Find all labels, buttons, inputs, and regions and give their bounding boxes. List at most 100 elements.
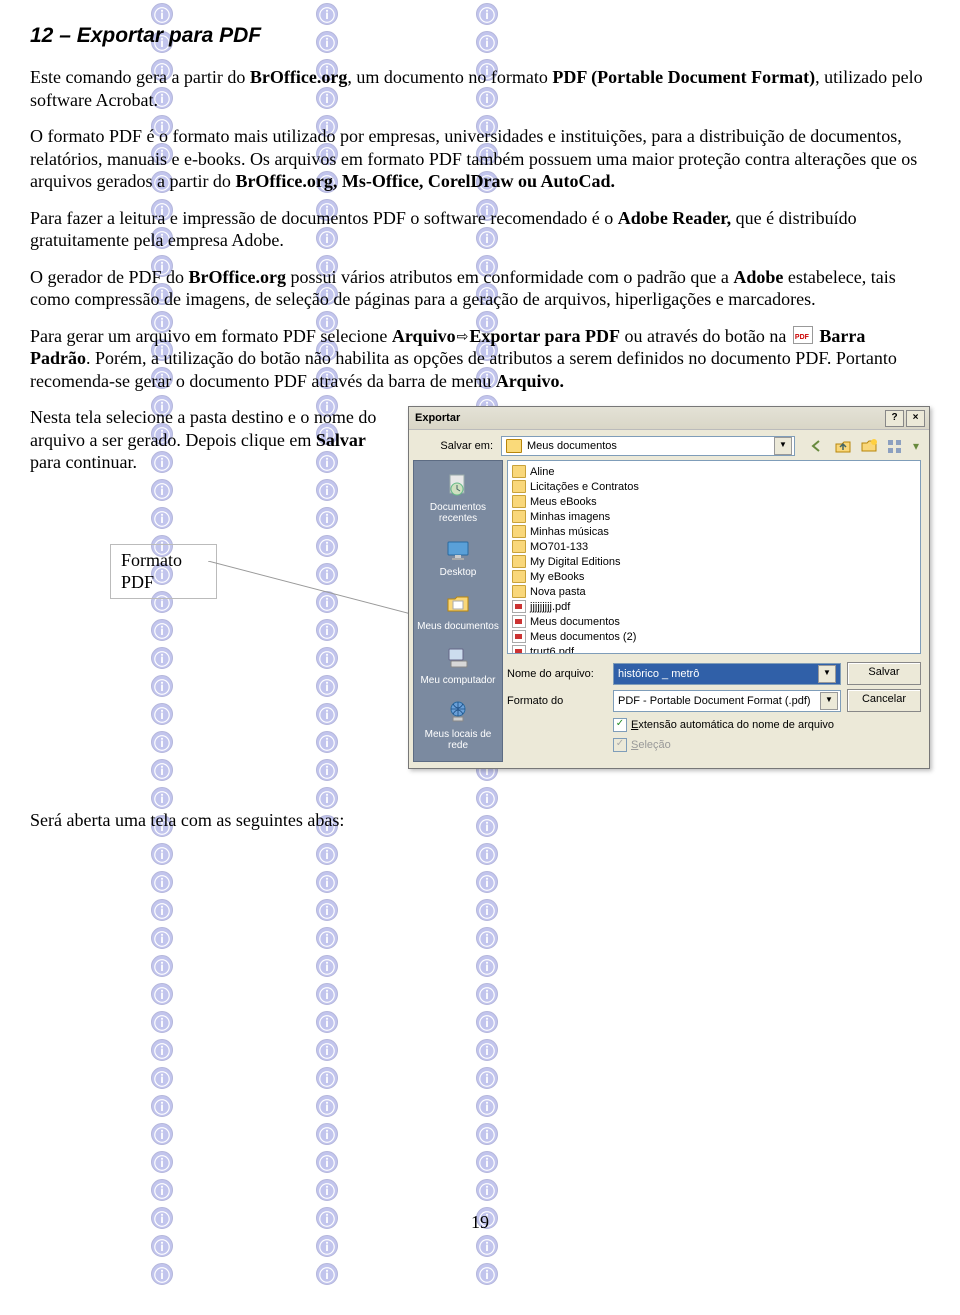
list-item[interactable]: MO701-133 — [512, 539, 916, 554]
pdf-file-icon — [512, 615, 526, 628]
place-recent-label: Documentos recentes — [416, 502, 500, 524]
place-recent[interactable]: Documentos recentes — [414, 465, 502, 530]
p4-text-a: O gerador de PDF do — [30, 267, 188, 287]
p3-text-a: Para fazer a leitura e impressão de docu… — [30, 208, 618, 228]
arrow-right-icon: ⇨ — [457, 328, 469, 346]
p5-text-b: Arquivo — [392, 326, 456, 346]
pdf-file-icon — [512, 600, 526, 613]
up-one-level-icon[interactable] — [833, 437, 853, 455]
auto-extension-checkbox[interactable]: ✓ — [613, 718, 627, 732]
desktop-icon — [442, 536, 474, 564]
file-list[interactable]: AlineLicitações e ContratosMeus eBooksMi… — [507, 460, 921, 654]
list-item[interactable]: My Digital Editions — [512, 554, 916, 569]
list-item-label: MO701-133 — [530, 541, 588, 553]
folder-icon — [512, 465, 526, 478]
selection-label: Seleção — [631, 739, 671, 751]
list-item[interactable]: My eBooks — [512, 569, 916, 584]
paragraph-6: Nesta tela selecione a pasta destino e o… — [30, 406, 400, 474]
folder-icon — [512, 525, 526, 538]
p5-text-d: ou através do botão na — [620, 326, 791, 346]
p4-text-b: BrOffice.org — [188, 267, 285, 287]
p1-text-b: BrOffice.org — [250, 67, 347, 87]
savein-row: Salvar em: Meus documentos ▼ ▾ — [409, 430, 929, 460]
place-desktop[interactable]: Desktop — [414, 530, 502, 584]
save-button[interactable]: Salvar — [847, 662, 921, 685]
list-item[interactable]: Licitações e Contratos — [512, 479, 916, 494]
savein-value: Meus documentos — [527, 440, 774, 452]
help-button[interactable]: ? — [885, 410, 904, 427]
dialog-title: Exportar — [415, 412, 883, 424]
type-value: PDF - Portable Document Format (.pdf) — [618, 695, 811, 707]
list-item-label: Nova pasta — [530, 586, 586, 598]
list-item[interactable]: trurt6.pdf — [512, 644, 916, 654]
page-title: 12 – Exportar para PDF — [30, 24, 930, 48]
type-label: Formato do — [507, 695, 607, 707]
paragraph-2: O formato PDF é o formato mais utilizado… — [30, 125, 930, 193]
chevron-down-icon[interactable]: ▼ — [774, 437, 792, 455]
close-button[interactable]: × — [906, 410, 925, 427]
p5-text-f: . Porém, a utilização do botão não habil… — [30, 348, 897, 391]
list-item-label: Meus documentos (2) — [530, 631, 636, 643]
places-bar: Documentos recentes Desktop Meus documen… — [413, 460, 503, 762]
callout-line1: Formato — [121, 550, 182, 570]
place-network[interactable]: Meus locais de rede — [414, 692, 502, 757]
paragraph-7: Será aberta uma tela com as seguintes ab… — [30, 809, 930, 832]
views-dropdown-icon[interactable]: ▾ — [911, 437, 921, 455]
pdf-file-icon — [512, 630, 526, 643]
folder-icon — [512, 570, 526, 583]
p4-text-c: possui vários atributos em conformidade … — [286, 267, 733, 287]
list-item-label: Meus documentos — [530, 616, 620, 628]
views-icon[interactable] — [885, 437, 905, 455]
new-folder-icon[interactable] — [859, 437, 879, 455]
list-item[interactable]: Meus eBooks — [512, 494, 916, 509]
list-item-label: Minhas músicas — [530, 526, 609, 538]
recent-documents-icon — [442, 471, 474, 499]
list-item[interactable]: Minhas imagens — [512, 509, 916, 524]
my-computer-icon — [442, 644, 474, 672]
p1-text-d: PDF (Portable Document Format) — [552, 67, 815, 87]
p6-text-b: Salvar — [316, 430, 366, 450]
list-item[interactable]: Nova pasta — [512, 584, 916, 599]
list-item-label: Aline — [530, 466, 554, 478]
p1-text-c: , um documento no formato — [347, 67, 552, 87]
place-mydocs[interactable]: Meus documentos — [414, 584, 502, 638]
p5-text-a: Para gerar um arquivo em formato PDF sel… — [30, 326, 392, 346]
place-mycomp-label: Meu computador — [420, 675, 495, 686]
paragraph-3: Para fazer a leitura e impressão de docu… — [30, 207, 930, 252]
callout-formato-pdf: Formato PDF — [110, 544, 217, 599]
filename-dropdown-icon[interactable]: ▼ — [818, 665, 836, 683]
screenshot-section: Nesta tela selecione a pasta destino e o… — [30, 406, 930, 769]
savein-combo[interactable]: Meus documentos ▼ — [501, 436, 795, 456]
place-mydocs-label: Meus documentos — [417, 621, 499, 632]
p4-text-d: Adobe — [733, 267, 783, 287]
p2-text-b: BrOffice.org, Ms-Office, CorelDraw ou Au… — [235, 171, 615, 191]
type-dropdown-icon[interactable]: ▼ — [820, 692, 838, 710]
folder-icon — [512, 510, 526, 523]
list-item[interactable]: Meus documentos — [512, 614, 916, 629]
network-places-icon — [442, 698, 474, 726]
place-mycomp[interactable]: Meu computador — [414, 638, 502, 692]
folder-icon — [512, 480, 526, 493]
list-item[interactable]: Minhas músicas — [512, 524, 916, 539]
filename-input[interactable]: histórico _ metrô ▼ — [613, 663, 841, 685]
list-item-label: My eBooks — [530, 571, 584, 583]
folder-icon — [512, 585, 526, 598]
paragraph-4: O gerador de PDF do BrOffice.org possui … — [30, 266, 930, 311]
list-item[interactable]: Aline — [512, 464, 916, 479]
my-documents-icon — [442, 590, 474, 618]
list-item-label: trurt6.pdf — [530, 646, 574, 655]
list-item[interactable]: Meus documentos (2) — [512, 629, 916, 644]
page-number: 19 — [30, 1212, 930, 1233]
list-item-label: My Digital Editions — [530, 556, 620, 568]
p5-text-c: Exportar para PDF — [469, 326, 620, 346]
cancel-button[interactable]: Cancelar — [847, 689, 921, 712]
filename-label: Nome do arquivo: — [507, 668, 607, 680]
callout-line2: PDF — [121, 572, 154, 592]
type-select[interactable]: PDF - Portable Document Format (.pdf) ▼ — [613, 690, 841, 712]
auto-extension-label[interactable]: Extensão automática do nome de arquivo — [631, 719, 834, 731]
filename-value: histórico _ metrô — [618, 668, 699, 680]
back-icon[interactable] — [807, 437, 827, 455]
list-item[interactable]: jjjjjjjjj.pdf — [512, 599, 916, 614]
pdf-file-icon — [512, 645, 526, 654]
selection-checkbox: ✓ — [613, 738, 627, 752]
